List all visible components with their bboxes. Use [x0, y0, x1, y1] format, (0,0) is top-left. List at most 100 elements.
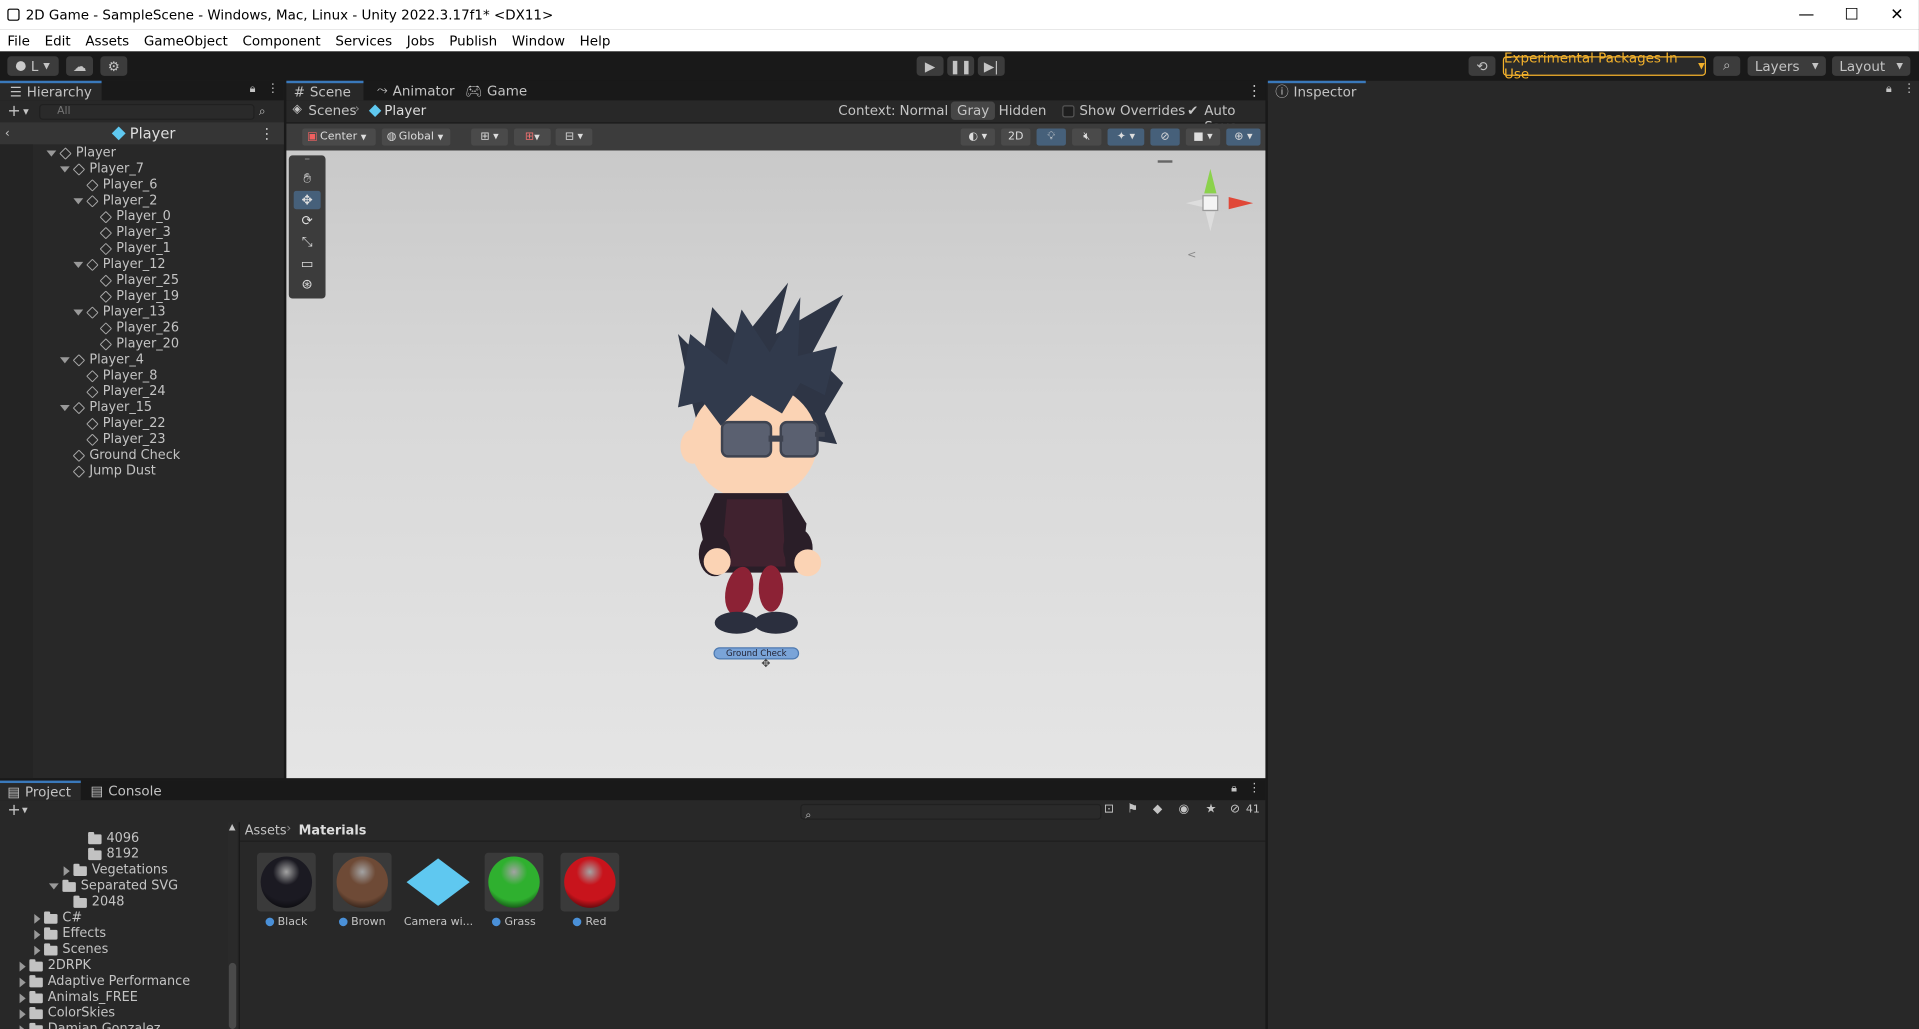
tab-hierarchy[interactable]: ☰ Hierarchy — [0, 80, 102, 101]
project-folder-row[interactable]: Separated SVG — [48, 878, 178, 894]
draw-mode-dropdown[interactable]: ◐ ▾ — [960, 128, 995, 146]
rect-tool[interactable]: ▭ — [294, 254, 321, 272]
scene-viewport[interactable]: < Ground Check ✥ — [286, 150, 1266, 779]
project-folder-row[interactable]: 4096 — [78, 831, 139, 847]
maximize-button[interactable]: ☐ — [1830, 0, 1874, 29]
collapse-arrow-icon[interactable] — [19, 1024, 26, 1029]
collapse-arrow-icon[interactable] — [63, 865, 70, 876]
search-by-type-icon[interactable]: ⊡ — [1104, 803, 1114, 816]
menu-jobs[interactable]: Jobs — [399, 32, 441, 48]
drag-handle-icon[interactable]: ═ — [294, 155, 321, 164]
menu-window[interactable]: Window — [505, 32, 573, 48]
expand-arrow-icon[interactable] — [46, 150, 57, 157]
kebab-menu-icon[interactable]: ⋮ — [1903, 82, 1915, 95]
context-gray-button[interactable]: Gray — [950, 101, 996, 120]
gizmos-dropdown[interactable]: ⊕ ▾ — [1226, 128, 1261, 146]
hierarchy-row[interactable]: Player_15 — [59, 400, 152, 416]
hierarchy-row[interactable]: Player_2 — [73, 193, 157, 209]
show-overrides-checkbox[interactable] — [1062, 105, 1075, 118]
collapse-arrow-icon[interactable] — [34, 945, 41, 955]
hierarchy-row[interactable]: Player_23 — [73, 432, 166, 448]
hierarchy-row[interactable]: Player_19 — [87, 289, 179, 305]
hierarchy-row[interactable]: Player_7 — [59, 162, 144, 178]
hierarchy-row[interactable]: Player_6 — [73, 177, 157, 193]
tab-scene[interactable]: # Scene — [286, 80, 364, 101]
expand-arrow-icon[interactable] — [73, 309, 84, 316]
lighting-toggle[interactable]: 💡︎ — [1036, 128, 1066, 146]
hierarchy-row[interactable]: Player — [46, 146, 116, 162]
hierarchy-row[interactable]: Player_8 — [73, 368, 157, 384]
hand-tool[interactable]: ✋︎ — [294, 169, 321, 187]
project-folder-row[interactable]: Animals_FREE — [19, 990, 138, 1006]
search-by-label-icon[interactable]: ⚑ — [1127, 803, 1138, 816]
collapse-arrow-icon[interactable] — [19, 961, 26, 971]
hierarchy-search-input[interactable] — [38, 103, 254, 120]
lock-icon[interactable]: 🔒︎ — [1231, 783, 1237, 795]
menu-services[interactable]: Services — [328, 32, 399, 48]
hierarchy-row[interactable]: Player_13 — [73, 305, 166, 321]
back-arrow-icon[interactable]: ‹ — [5, 127, 10, 140]
cloud-button[interactable]: ☁ — [66, 56, 94, 76]
menu-help[interactable]: Help — [572, 32, 617, 48]
collapse-arrow-icon[interactable] — [34, 929, 41, 940]
scroll-up-icon[interactable]: ▲ — [229, 822, 236, 832]
layout-dropdown[interactable]: Layout ▼ — [1832, 56, 1911, 76]
space-global-dropdown[interactable]: ◍ Global ▼ — [381, 128, 451, 146]
breadcrumb-player[interactable]: Player — [384, 103, 426, 119]
project-folder-row[interactable]: 2048 — [64, 894, 125, 910]
hidden-packages-icon[interactable]: ⊘ — [1230, 803, 1240, 816]
collapse-arrow-icon[interactable] — [19, 976, 26, 987]
collapse-arrow-icon[interactable] — [34, 913, 41, 924]
star-icon[interactable]: ★ — [1205, 803, 1216, 816]
tab-console[interactable]: ▤ Console — [81, 781, 172, 801]
experimental-packages-button[interactable]: Experimental Packages In Use ▼ — [1502, 50, 1706, 82]
tab-inspector[interactable]: ⓘ Inspector — [1267, 80, 1367, 101]
hierarchy-row[interactable]: Player_24 — [73, 384, 166, 400]
menu-edit[interactable]: Edit — [37, 32, 78, 48]
undo-history-button[interactable]: ⟲ — [1468, 56, 1496, 76]
breadcrumb-assets[interactable]: Assets — [245, 823, 287, 838]
hierarchy-row[interactable]: Player_25 — [87, 273, 179, 289]
rotate-tool[interactable]: ⟳ — [294, 212, 321, 230]
hierarchy-row[interactable]: Player_0 — [87, 209, 171, 225]
asset-item[interactable]: Grass — [480, 852, 549, 929]
transform-tool[interactable]: ⊛ — [294, 275, 321, 293]
audio-toggle[interactable]: 🔇︎ — [1072, 128, 1102, 146]
context-normal-button[interactable]: Normal — [899, 103, 948, 119]
project-search-input[interactable]: ⌕ — [800, 803, 1102, 822]
scene-visibility-toggle[interactable]: ⊘ — [1150, 128, 1180, 146]
kebab-menu-icon[interactable]: ⋮ — [259, 125, 274, 142]
snap-button[interactable]: ⊞ ▼ — [513, 128, 551, 146]
add-icon[interactable]: + — [7, 801, 20, 819]
hierarchy-row[interactable]: Player_12 — [73, 257, 166, 273]
chevron-down-icon[interactable]: ▼ — [22, 806, 28, 815]
project-folder-row[interactable]: 2DRPK — [19, 958, 91, 974]
asset-item[interactable]: Camera wi... — [404, 853, 473, 929]
kebab-menu-icon[interactable]: ⋮ — [1248, 782, 1260, 795]
menu-file[interactable]: File — [0, 32, 37, 48]
hierarchy-row[interactable]: Player_3 — [87, 225, 171, 241]
expand-arrow-icon[interactable] — [59, 166, 70, 173]
collab-button[interactable]: ⚙ — [100, 56, 128, 76]
mode-2d-toggle[interactable]: 2D — [1001, 128, 1031, 146]
menu-gameobject[interactable]: GameObject — [137, 32, 236, 48]
grid-visibility-button[interactable]: ⊞ ▾ — [471, 128, 508, 146]
check-icon[interactable]: ✔ — [1187, 103, 1198, 119]
pivot-center-dropdown[interactable]: ▣ Center ▼ — [302, 128, 376, 146]
project-folder-row[interactable]: Vegetations — [63, 863, 168, 879]
increment-snap-button[interactable]: ⊟ ▾ — [555, 128, 593, 146]
project-folder-row[interactable]: C# — [34, 910, 82, 926]
menu-component[interactable]: Component — [235, 32, 328, 48]
expand-arrow-icon[interactable] — [48, 883, 59, 890]
project-folder-row[interactable]: 8192 — [78, 847, 139, 863]
expand-arrow-icon[interactable] — [73, 198, 84, 205]
scale-tool[interactable]: ⤡ — [294, 232, 321, 250]
asset-item[interactable]: Red — [556, 852, 625, 929]
context-hidden-button[interactable]: Hidden — [999, 103, 1047, 119]
hierarchy-row[interactable]: Player_20 — [87, 336, 179, 352]
breadcrumb-materials[interactable]: Materials — [299, 823, 367, 838]
lock-icon[interactable]: 🔒︎ — [1886, 83, 1892, 95]
tab-animator[interactable]: ⤳ Animator — [367, 81, 464, 101]
scene-search-icon[interactable]: ⌕ — [259, 105, 266, 118]
warning-icon[interactable]: ◉ — [1179, 803, 1190, 816]
